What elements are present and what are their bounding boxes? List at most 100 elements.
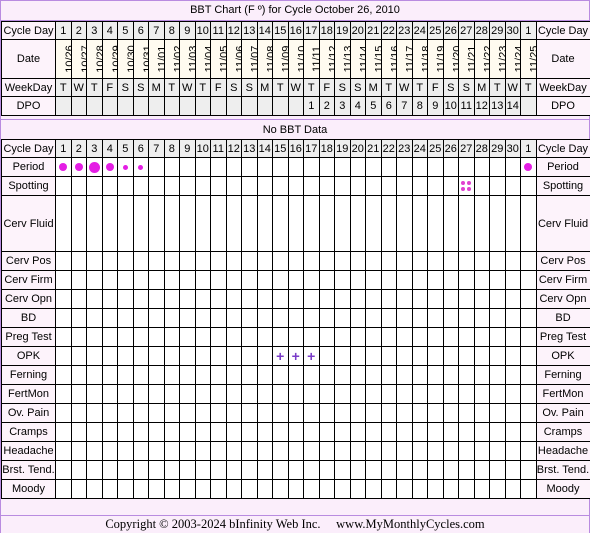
observations-table: Cycle Day 1 2 3 4 5 6 7 8 9 10 11 12 13 14 15 16 17 18 19 20… xyxy=(1,139,590,499)
bd-cell xyxy=(194,308,211,328)
headache-cell xyxy=(225,441,242,461)
period-dot-heavy xyxy=(88,161,100,173)
cramps-cell xyxy=(241,422,258,442)
cerv-firm-cell xyxy=(272,270,289,290)
date-cell: 11/01 xyxy=(148,39,165,79)
ferning-cell xyxy=(86,365,103,385)
period-cell xyxy=(70,157,87,177)
spotting-cell xyxy=(504,176,521,196)
preg-test-cell xyxy=(287,327,304,347)
period-cell xyxy=(55,157,72,177)
brst-tend-cell xyxy=(241,460,258,480)
cerv-firm-cell xyxy=(504,270,521,290)
cerv-pos-cell xyxy=(489,251,506,271)
bd-cell xyxy=(411,308,428,328)
spotting-cell xyxy=(55,176,72,196)
moody-cell xyxy=(86,479,103,499)
opk-cell xyxy=(86,346,103,366)
cerv-pos-cell xyxy=(148,251,165,271)
period-cell xyxy=(225,157,242,177)
ov-pain-cell xyxy=(365,403,382,423)
cerv-firm-cell xyxy=(55,270,72,290)
cerv-opn-cell xyxy=(70,289,87,309)
period-cell xyxy=(163,157,180,177)
ov-pain-cell xyxy=(520,403,537,423)
ferning-cell xyxy=(427,365,444,385)
fertmon-cell xyxy=(303,384,320,404)
headache-cell xyxy=(396,441,413,461)
date-cell: 11/23 xyxy=(489,39,506,79)
brst-tend-cell xyxy=(411,460,428,480)
ov-pain-cell xyxy=(489,403,506,423)
weekday-cell: F xyxy=(101,78,118,97)
cerv-opn-cell xyxy=(272,289,289,309)
dpo-cell xyxy=(256,96,273,116)
cerv-firm-cell xyxy=(179,270,196,290)
opk-cell xyxy=(55,346,72,366)
cramps-cell xyxy=(411,422,428,442)
opk-cell xyxy=(70,346,87,366)
spotting-cell xyxy=(86,176,103,196)
cerv-firm-cell xyxy=(163,270,180,290)
cycle-day-cell: 15 xyxy=(272,21,289,40)
bd-cell xyxy=(318,308,335,328)
spotting-cell xyxy=(458,176,475,196)
opk-positive-icon: + xyxy=(291,348,300,364)
row-label-ferning: Ferning xyxy=(1,365,56,385)
dpo-cell: 3 xyxy=(334,96,351,116)
date-cell: 11/09 xyxy=(272,39,289,79)
opk-positive-icon: + xyxy=(276,348,285,364)
bd-cell xyxy=(55,308,72,328)
row-label-dpo: DPO xyxy=(1,96,56,116)
preg-test-cell xyxy=(520,327,537,347)
row-label-ov-pain: Ov. Pain xyxy=(535,403,590,423)
cerv-pos-cell xyxy=(411,251,428,271)
cerv-pos-cell xyxy=(272,251,289,271)
cerv-fluid-cell xyxy=(349,195,366,252)
cycle-day-cell: 18 xyxy=(318,21,335,40)
row-label-headache: Headache xyxy=(535,441,590,461)
ferning-cell xyxy=(272,365,289,385)
ov-pain-cell xyxy=(194,403,211,423)
date-label: 11/18 xyxy=(419,45,428,73)
weekday-cell: S xyxy=(334,78,351,97)
fertmon-cell xyxy=(442,384,459,404)
brst-tend-cell xyxy=(70,460,87,480)
fertmon-cell xyxy=(55,384,72,404)
cycle-day-cell: 30 xyxy=(504,21,521,40)
cerv-pos-cell xyxy=(458,251,475,271)
moody-cell xyxy=(163,479,180,499)
date-label: 11/25 xyxy=(528,45,536,73)
cerv-opn-cell xyxy=(55,289,72,309)
cerv-pos-cell xyxy=(55,251,72,271)
row-cerv-firm: Cerv Firm Cerv Firm xyxy=(1,270,590,290)
bd-cell xyxy=(225,308,242,328)
cerv-opn-cell xyxy=(225,289,242,309)
ferning-cell xyxy=(458,365,475,385)
cycle-day-cell: 1 xyxy=(55,21,72,40)
cycle-day-cell: 15 xyxy=(272,139,289,158)
fertmon-cell xyxy=(179,384,196,404)
dpo-cell xyxy=(225,96,242,116)
moody-cell xyxy=(179,479,196,499)
moody-cell xyxy=(194,479,211,499)
headache-cell xyxy=(349,441,366,461)
bd-cell xyxy=(349,308,366,328)
opk-cell xyxy=(210,346,227,366)
cerv-firm-cell xyxy=(241,270,258,290)
moody-cell xyxy=(55,479,72,499)
moody-cell xyxy=(520,479,537,499)
row-cerv-fluid: Cerv Fluid Cerv Fluid xyxy=(1,195,590,252)
moody-cell xyxy=(117,479,134,499)
date-label: 11/14 xyxy=(357,45,366,73)
brst-tend-cell xyxy=(256,460,273,480)
bd-cell xyxy=(396,308,413,328)
ferning-cell xyxy=(241,365,258,385)
dpo-cell: 10 xyxy=(442,96,459,116)
cycle-day-cell: 1 xyxy=(520,21,537,40)
period-dot-medium xyxy=(105,163,114,172)
spotting-cell xyxy=(396,176,413,196)
cramps-cell xyxy=(163,422,180,442)
row-label-opk: OPK xyxy=(1,346,56,366)
row-label-cerv-fluid: Cerv Fluid xyxy=(1,195,56,252)
